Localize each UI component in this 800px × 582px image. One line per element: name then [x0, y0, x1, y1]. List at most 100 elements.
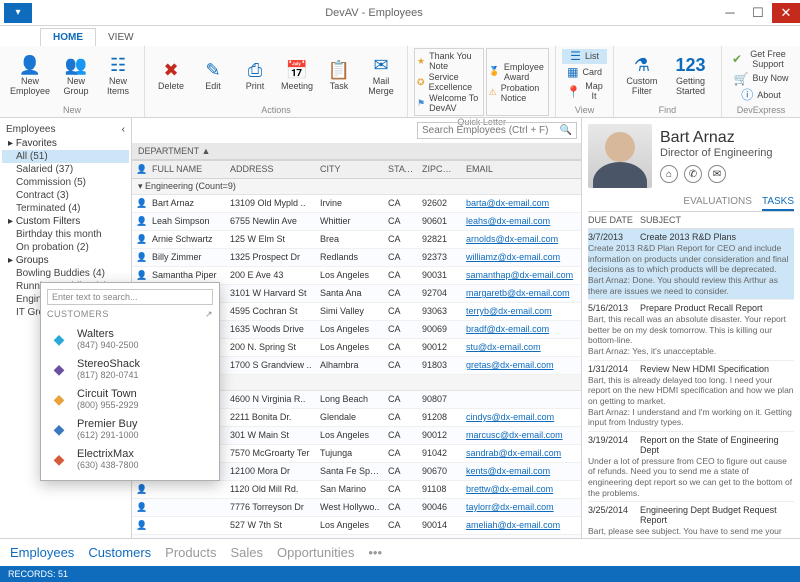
- delete-button[interactable]: ✖Delete: [151, 48, 191, 104]
- group-by-indicator[interactable]: DEPARTMENT ▲: [132, 143, 581, 160]
- tree-item[interactable]: Contract (3): [2, 189, 129, 202]
- support-icon: ✔: [732, 53, 742, 66]
- pencil-icon: ✎: [205, 60, 220, 82]
- tree-item[interactable]: Terminated (4): [2, 202, 129, 215]
- minimize-button[interactable]: ─: [716, 3, 744, 23]
- tree-custom-filters[interactable]: ▸ Custom Filters: [2, 215, 129, 228]
- popup-title: CUSTOMERS: [47, 309, 109, 320]
- tree-item[interactable]: Salaried (37): [2, 163, 129, 176]
- nav-sales[interactable]: Sales: [230, 545, 263, 560]
- customer-item[interactable]: ◆ElectrixMax(630) 438-7800: [47, 444, 213, 474]
- badge-icon: ✪: [417, 77, 425, 88]
- award-icon: 🏅: [489, 66, 500, 77]
- task-item[interactable]: 1/31/2014Review New HDMI SpecificationBa…: [588, 361, 794, 432]
- tree-favorites[interactable]: ▸ Favorites: [2, 137, 129, 150]
- card-view-icon: ▦: [567, 66, 578, 79]
- popup-search-input[interactable]: Enter text to search...: [47, 289, 213, 305]
- table-row[interactable]: 👤7776 Torreyson DrWest Hollywo..CA90046t…: [132, 499, 581, 517]
- grid-group-header[interactable]: ▾ Engineering (Count=9): [132, 179, 581, 195]
- tree-item[interactable]: On probation (2): [2, 241, 129, 254]
- table-row[interactable]: 👤Arnie Schwartz125 W Elm StBreaCA92821ar…: [132, 231, 581, 249]
- list-view-icon: ☰: [570, 50, 581, 63]
- app-menu-button[interactable]: ▾: [4, 3, 32, 23]
- new-employee-button[interactable]: 👤New Employee: [6, 48, 54, 104]
- phone-icon[interactable]: ✆: [684, 165, 702, 183]
- view-card-button[interactable]: ▦Card: [562, 65, 606, 80]
- nav-customers[interactable]: Customers: [88, 545, 151, 560]
- customer-item[interactable]: ◆Circuit Town(800) 955-2929: [47, 384, 213, 414]
- table-row[interactable]: 👤Billy Zimmer1325 Prospect DrRedlandsCA9…: [132, 249, 581, 267]
- close-button[interactable]: ✕: [772, 3, 800, 23]
- nav-more[interactable]: •••: [368, 545, 382, 560]
- ribbon-group-actions: Actions: [151, 104, 401, 115]
- grid-header: 👤 FULL NAME ADDRESS CITY STATE ZIPCODE E…: [132, 160, 581, 179]
- ribbon-group-devexpress: DevExpress: [728, 104, 794, 115]
- tree-item[interactable]: Commission (5): [2, 176, 129, 189]
- window-title: DevAV - Employees: [32, 7, 716, 19]
- nav-opportunities[interactable]: Opportunities: [277, 545, 354, 560]
- getting-started-button[interactable]: 123Getting Started: [666, 48, 715, 104]
- maximize-button[interactable]: ☐: [744, 3, 772, 23]
- view-list-button[interactable]: ☰List: [562, 49, 606, 64]
- task-item[interactable]: 3/7/2013Create 2013 R&D PlansCreate 2013…: [588, 229, 794, 300]
- task-item[interactable]: 3/25/2014Engineering Dept Budget Request…: [588, 502, 794, 538]
- 123-icon: 123: [675, 55, 705, 77]
- calendar-icon: 📅: [286, 60, 308, 82]
- search-icon: 🔍: [560, 125, 572, 136]
- task-button[interactable]: 📋Task: [319, 48, 359, 104]
- ribbon-group-new: New: [6, 104, 138, 115]
- nav-employees[interactable]: Employees: [10, 545, 74, 560]
- quick-letter-box-2[interactable]: 🏅Employee Award ⚠Probation Notice: [486, 48, 550, 116]
- customer-item[interactable]: ◆Walters(847) 940-2500: [47, 324, 213, 354]
- custom-filter-button[interactable]: ⚗Custom Filter: [620, 48, 664, 104]
- employee-role: Director of Engineering: [660, 147, 773, 159]
- table-row[interactable]: 👤10385 Shadow Oak..ChatsworthCA91311wall…: [132, 535, 581, 538]
- ribbon-group-find: Find: [620, 104, 715, 115]
- task-item[interactable]: 3/19/2014Report on the State of Engineer…: [588, 432, 794, 503]
- nav-products[interactable]: Products: [165, 545, 216, 560]
- table-row[interactable]: 👤527 W 7th StLos AngelesCA90014ameliah@d…: [132, 517, 581, 535]
- sidebar-title: Employees: [6, 124, 55, 135]
- support-button[interactable]: ✔Get Free Support: [728, 49, 794, 71]
- tree-item[interactable]: Bowling Buddies (4): [2, 267, 129, 280]
- edit-button[interactable]: ✎Edit: [193, 48, 233, 104]
- tree-item[interactable]: Birthday this month: [2, 228, 129, 241]
- tab-home[interactable]: HOME: [40, 28, 96, 46]
- printer-icon: ⎙: [248, 60, 262, 82]
- map-icon: 📍: [566, 86, 581, 99]
- search-input[interactable]: Search Employees (Ctrl + F) 🔍: [417, 122, 577, 139]
- map-it-button[interactable]: 📍Map It: [562, 81, 606, 103]
- about-button[interactable]: ⓘAbout: [728, 88, 794, 103]
- home-icon[interactable]: ⌂: [660, 165, 678, 183]
- collapse-icon[interactable]: ‹: [122, 124, 125, 135]
- popout-icon[interactable]: ↗: [205, 309, 213, 320]
- employee-avatar: [588, 124, 652, 188]
- print-button[interactable]: ⎙Print: [235, 48, 275, 104]
- cart-icon: 🛒: [734, 73, 749, 86]
- mail-merge-button[interactable]: ✉Mail Merge: [361, 48, 401, 104]
- mail-icon[interactable]: ✉: [708, 165, 726, 183]
- table-row[interactable]: 👤Bart Arnaz13109 Old Mypld ..IrvineCA926…: [132, 195, 581, 213]
- filter-icon: ⚗: [634, 55, 650, 77]
- task-item[interactable]: 5/16/2013Prepare Product Recall ReportBa…: [588, 300, 794, 361]
- info-icon: ⓘ: [741, 89, 753, 102]
- tab-view[interactable]: VIEW: [96, 29, 146, 46]
- buy-now-button[interactable]: 🛒Buy Now: [728, 72, 794, 87]
- customer-item[interactable]: ◆StereoShack(817) 820-0741: [47, 354, 213, 384]
- person-plus-icon: 👤: [19, 55, 41, 77]
- table-row[interactable]: 👤1120 Old Mill Rd.San MarinoCA91108brett…: [132, 481, 581, 499]
- customer-item[interactable]: ◆Premier Buy(612) 291-1000: [47, 414, 213, 444]
- group-icon: 👥: [65, 55, 87, 77]
- tree-groups[interactable]: ▸ Groups: [2, 254, 129, 267]
- star-icon: ★: [417, 56, 425, 67]
- table-row[interactable]: 👤Leah Simpson6755 Newlin AveWhittierCA90…: [132, 213, 581, 231]
- new-group-button[interactable]: 👥New Group: [56, 48, 96, 104]
- employee-name: Bart Arnaz: [660, 129, 773, 147]
- tab-evaluations[interactable]: EVALUATIONS: [683, 196, 752, 211]
- flag-icon: ⚑: [417, 98, 425, 109]
- tree-item[interactable]: All (51): [2, 150, 129, 163]
- meeting-button[interactable]: 📅Meeting: [277, 48, 317, 104]
- quick-letter-box[interactable]: ★Thank You Note ✪Service Excellence ⚑Wel…: [414, 48, 484, 116]
- new-items-button[interactable]: ☷New Items: [98, 48, 138, 104]
- tab-tasks[interactable]: TASKS: [762, 196, 794, 211]
